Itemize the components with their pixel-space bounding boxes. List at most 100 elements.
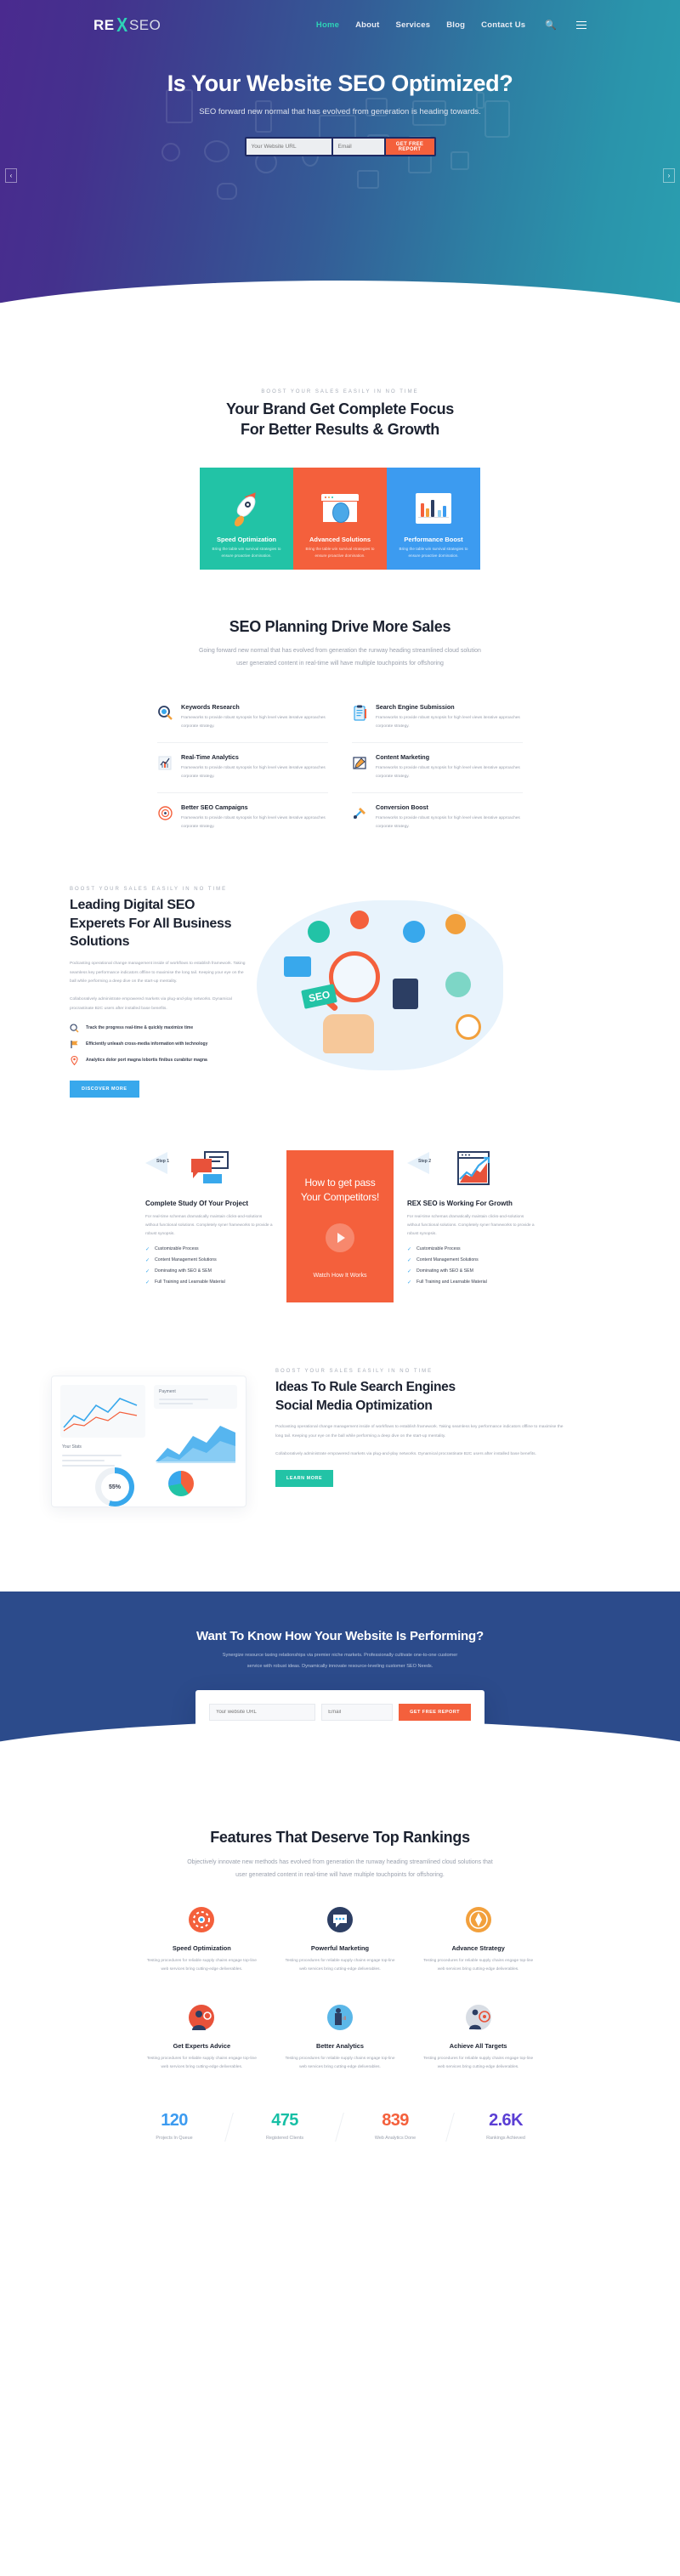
focus-card-title: Performance Boost [404, 535, 463, 543]
planning-item[interactable]: Keywords Research Frameworks to provide … [157, 693, 328, 743]
rocket-icon [200, 483, 293, 534]
chat-window-icon [186, 1150, 230, 1188]
planning-item[interactable]: Search Engine Submission Frameworks to p… [352, 693, 523, 743]
step-2-checklist: ✓ Customizable Process ✓ Content Managemen… [407, 1246, 535, 1285]
nav-item-home[interactable]: Home [316, 20, 339, 30]
hero-get-free-report-button[interactable]: GET FREE REPORT [385, 139, 434, 155]
dashboard-area-chart [156, 1426, 235, 1464]
browser-globe-icon [293, 483, 387, 534]
feature-title: Better Analytics [315, 2042, 364, 2051]
cta-url-input[interactable] [209, 1704, 316, 1722]
planning-item[interactable]: Conversion Boost Frameworks to provide r… [352, 793, 523, 843]
planning-title: SEO Planning Drive More Sales [229, 617, 451, 635]
check-icon: ✓ [145, 1268, 150, 1274]
magnifier-icon [157, 705, 173, 721]
page-root: RE X SEO Home About Services Blog Contac… [0, 0, 680, 2171]
planning-item-title: Better SEO Campaigns [181, 803, 248, 811]
dashboard-payment-label: Payment [159, 1389, 176, 1395]
stat-value: 839 [382, 2111, 409, 2131]
features-grid: Speed Optimization Testing procedures fo… [140, 1905, 540, 2072]
nav-item-contact-us[interactable]: Contact Us [481, 20, 525, 30]
discover-more-button[interactable]: DISCOVER MORE [70, 1080, 139, 1098]
hero-email-input[interactable] [332, 139, 384, 155]
planning-item[interactable]: Content Marketing Frameworks to provide … [352, 743, 523, 793]
cta-get-free-report-button[interactable]: GET FREE REPORT [399, 1704, 471, 1722]
focus-card-title: Speed Optimization [216, 535, 276, 543]
clipboard-icon [352, 705, 368, 721]
planning-item-title: Content Marketing [376, 752, 430, 761]
illustration-dot-teal [308, 921, 330, 943]
feature-desc: Testing procedures for reliable supply c… [146, 2057, 257, 2070]
feature-title: Achieve All Targets [449, 2042, 507, 2051]
planning-item-desc: Frameworks to provide robust synopsis fo… [181, 715, 326, 729]
planning-desc-line2: user generated content in real-time will… [236, 660, 444, 667]
focus-section: BOOST YOUR SALES EASILY IN NO TIME Your … [0, 349, 680, 570]
slider-prev-arrow[interactable]: ‹ [5, 168, 17, 183]
nav-item-services[interactable]: Services [396, 20, 431, 30]
check-icon: ✓ [145, 1246, 150, 1252]
leading-bullet-text: Efficiently unleash cross-media informat… [86, 1041, 208, 1047]
ideas-title: Ideas To Rule Search Engines Social Medi… [275, 1378, 569, 1415]
illustration-dot-yellow [445, 914, 466, 934]
dashboard-linechart-icon [63, 1398, 138, 1432]
stat-value: 120 [161, 2111, 188, 2131]
logo[interactable]: RE X SEO [94, 14, 161, 37]
focus-card-advanced[interactable]: Advanced Solutions Bring the table win s… [293, 467, 387, 570]
hero-url-input[interactable] [246, 139, 332, 155]
play-icon[interactable] [326, 1223, 354, 1253]
nav-item-about[interactable]: About [355, 20, 379, 30]
dashboard-illustration: Payment Your Stats 55% [32, 1357, 270, 1552]
planning-item-desc: Frameworks to provide robust synopsis fo… [181, 765, 326, 779]
leading-section: BOOST YOUR SALES EASILY IN NO TIME Leadi… [0, 843, 680, 1132]
stats-section: 120 Projects In Queue 475 Registered Cli… [0, 2089, 680, 2171]
tools-icon [352, 805, 368, 821]
search-icon[interactable]: 🔍 [545, 20, 557, 31]
features-desc-line1: Objectively innovate new methods has evo… [187, 1858, 493, 1865]
steps-section: Step 1 Complete Study Of Your Project Fo… [0, 1132, 680, 1337]
planning-desc: Going forward new normal that has evolve… [0, 645, 680, 670]
hero-title: Is Your Website SEO Optimized? [167, 71, 513, 96]
nav-item-blog[interactable]: Blog [446, 20, 465, 30]
feature-title: Powerful Marketing [310, 1944, 370, 1953]
planning-grid: Keywords Research Frameworks to provide … [157, 693, 523, 843]
step-card-1: Step 1 Complete Study Of Your Project Fo… [145, 1150, 273, 1303]
promo-video-card[interactable]: How to get pass Your Competitors! Watch … [286, 1149, 394, 1303]
promo-line2: Your Competitors! [300, 1191, 380, 1204]
leading-para-2: Collaboratively administrate empowered m… [70, 997, 232, 1011]
hamburger-icon[interactable] [576, 20, 586, 30]
feature-item[interactable]: Achieve All Targets Testing procedures f… [416, 2003, 540, 2072]
feature-desc: Testing procedures for reliable supply c… [423, 1959, 534, 1972]
feature-item[interactable]: ıll Better Analytics Testing procedures … [279, 2003, 402, 2072]
leading-bullet: Efficiently unleash cross-media informat… [70, 1040, 248, 1049]
leading-bullet: Analytics dolor port magna lobortis fini… [70, 1055, 248, 1065]
step-2-badge: Step 2 [407, 1150, 443, 1176]
planning-item[interactable]: Real-Time Analytics Frameworks to provid… [157, 743, 328, 793]
bar-chart-icon [387, 483, 480, 534]
logo-re: RE [94, 16, 115, 33]
hero-subtitle: SEO forward new normal that has evolved … [199, 107, 481, 116]
leading-bullet: Track the progress real-time & quickly m… [70, 1024, 248, 1033]
feature-title: Speed Optimization [172, 1944, 231, 1953]
slider-next-arrow[interactable]: › [663, 168, 675, 183]
feature-item[interactable]: Powerful Marketing Testing procedures fo… [279, 1905, 402, 1974]
feature-title: Get Experts Advice [173, 2042, 231, 2051]
flag-icon [70, 1040, 79, 1049]
focus-card-speed[interactable]: Speed Optimization Bring the table win s… [200, 467, 293, 570]
planning-item-desc: Frameworks to provide robust synopsis fo… [376, 815, 520, 829]
feature-item[interactable]: Advance Strategy Testing procedures for … [416, 1905, 540, 1974]
focus-card-performance[interactable]: Performance Boost Bring the table win su… [387, 467, 480, 570]
planning-item-desc: Frameworks to provide robust synopsis fo… [376, 765, 520, 779]
target-icon [157, 805, 173, 821]
cta-title: Want To Know How Your Website Is Perform… [196, 1629, 484, 1644]
learn-more-button[interactable]: LEARN MORE [275, 1469, 334, 1487]
feature-item[interactable]: Get Experts Advice Testing procedures fo… [140, 2003, 264, 2072]
illustration-dot-clock [456, 1014, 481, 1040]
stat-label: Projects In Queue [156, 2136, 193, 2142]
focus-title-line2: For Better Results & Growth [241, 420, 439, 438]
step-2-check-label: Content Management Solutions [416, 1257, 479, 1263]
step-2-header: Step 2 [407, 1150, 535, 1198]
step-1-badge: Step 1 [145, 1150, 181, 1176]
feature-item[interactable]: Speed Optimization Testing procedures fo… [140, 1905, 264, 1974]
cta-email-input[interactable] [321, 1704, 394, 1722]
planning-item[interactable]: Better SEO Campaigns Frameworks to provi… [157, 793, 328, 843]
